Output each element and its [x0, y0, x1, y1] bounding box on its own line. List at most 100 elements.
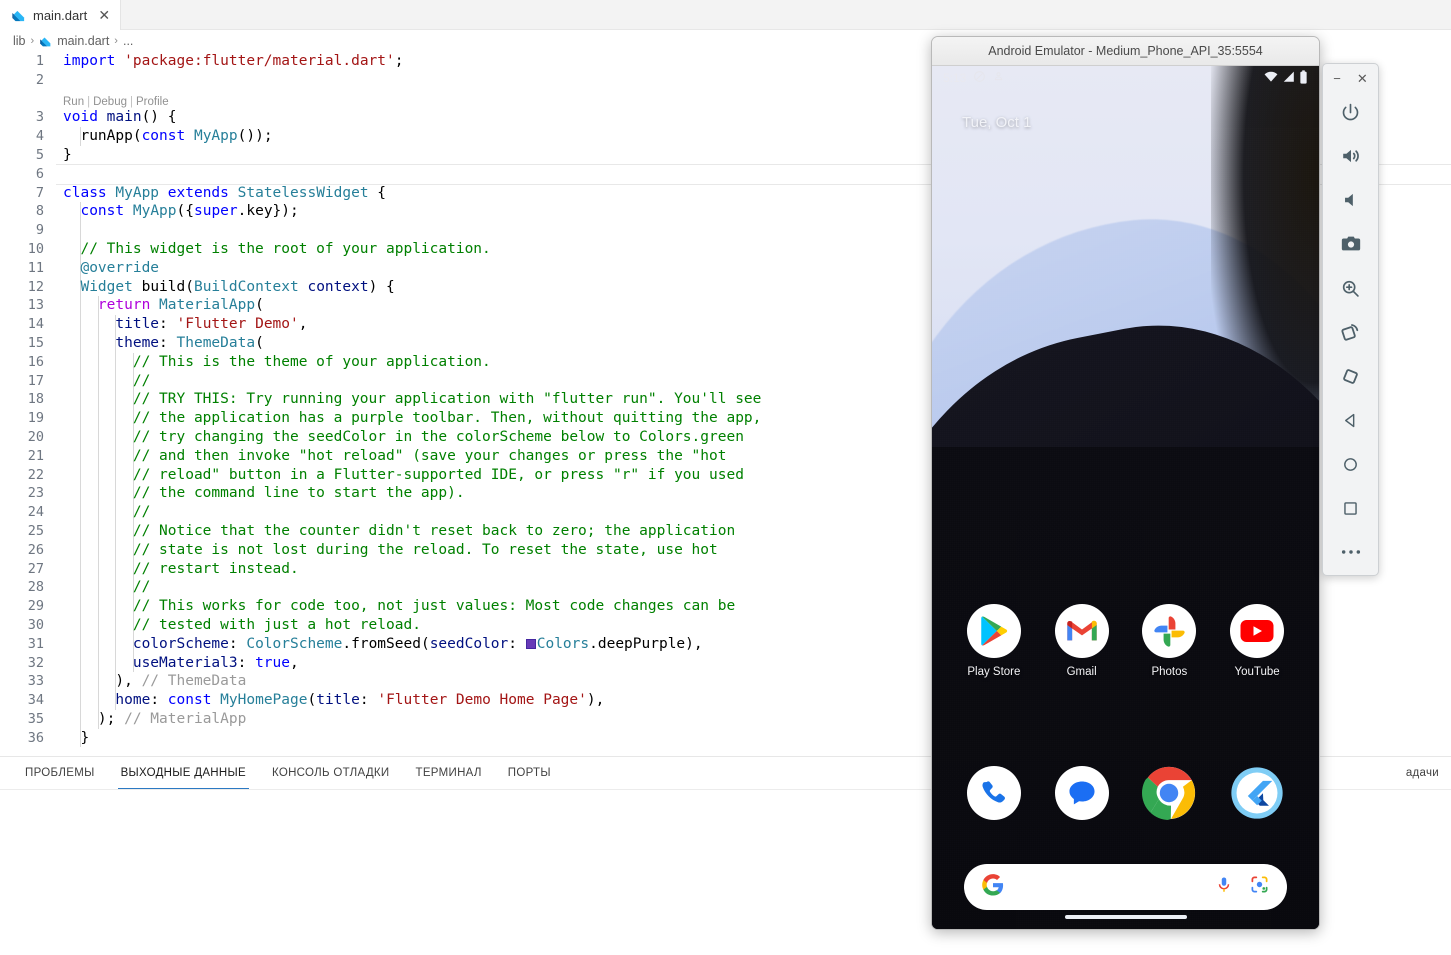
line-number: 10 [27, 240, 44, 257]
line-number: 9 [35, 222, 44, 239]
line-number: 32 [27, 654, 44, 671]
overview-icon[interactable] [1323, 486, 1378, 530]
panel-tab[interactable]: ТЕРМИНАЛ [403, 757, 495, 789]
code-text: class MyApp extends StatelessWidget { [63, 184, 387, 201]
chrome-icon [1142, 766, 1196, 820]
line-number: 3 [35, 109, 44, 126]
line-number: 23 [27, 485, 44, 502]
navigation-pill[interactable] [1064, 915, 1187, 919]
line-number: 11 [27, 259, 44, 276]
panel-tab[interactable]: ПРОБЛЕМЫ [12, 757, 108, 789]
emulator-screen[interactable]: 5:13 Tue, Oct 1 Play Store Gmail Photos … [932, 66, 1319, 929]
gmail-icon [1054, 604, 1109, 658]
line-number: 33 [27, 673, 44, 690]
breadcrumb-more[interactable]: ... [123, 34, 133, 48]
code-lens-debug[interactable]: Debug [93, 96, 127, 108]
date-widget[interactable]: Tue, Oct 1 [962, 114, 1031, 131]
play-store-icon [966, 604, 1021, 658]
code-text: ); // MaterialApp [63, 710, 247, 727]
home-app-gmail[interactable]: Gmail [1049, 604, 1115, 678]
youtube-icon [1230, 604, 1285, 658]
code-text: home: const MyHomePage(title: 'Flutter D… [115, 692, 605, 709]
color-swatch-icon[interactable] [525, 638, 536, 649]
dock-app-messages[interactable] [1049, 766, 1115, 820]
panel-tab[interactable]: ВЫХОДНЫЕ ДАННЫЕ [108, 757, 259, 789]
dock-app-chrome[interactable] [1136, 766, 1202, 820]
line-number: 14 [27, 316, 44, 333]
google-lens-icon[interactable] [1250, 875, 1269, 899]
power-icon[interactable] [1323, 90, 1378, 134]
dock-app-flutter[interactable] [1224, 766, 1290, 820]
code-text: // [63, 579, 151, 596]
dnd-icon [973, 70, 986, 86]
android-emulator-window[interactable]: Android Emulator - Medium_Phone_API_35:5… [931, 36, 1320, 930]
dock-app-phone[interactable] [961, 766, 1027, 820]
code-text: // This widget is the root of your appli… [63, 240, 491, 257]
code-text: // and then invoke "hot reload" (save yo… [63, 447, 727, 464]
code-text: import 'package:flutter/material.dart'; [63, 53, 404, 69]
line-number: 36 [27, 729, 44, 746]
line-number: 19 [27, 410, 44, 427]
screenshot-camera-icon[interactable] [1323, 222, 1378, 266]
google-search-bar[interactable] [964, 864, 1287, 910]
code-text: runApp(const MyApp()); [63, 128, 273, 145]
app-label: Gmail [1066, 666, 1097, 678]
dart-icon [11, 8, 26, 23]
back-icon[interactable] [1323, 398, 1378, 442]
home-app-youtube[interactable]: YouTube [1224, 604, 1290, 678]
home-app-play-store[interactable]: Play Store [961, 604, 1027, 678]
code-text: theme: ThemeData( [115, 334, 264, 351]
code-lens-run[interactable]: Run [63, 96, 84, 108]
line-number: 12 [27, 278, 44, 295]
breadcrumb-folder[interactable]: lib [13, 34, 26, 48]
line-number: 1 [35, 53, 44, 69]
volume-down-icon[interactable] [1323, 178, 1378, 222]
home-app-google-photos[interactable]: Photos [1136, 604, 1202, 678]
panel-tab[interactable]: ПОРТЫ [495, 757, 564, 789]
breadcrumb-separator-1: › [30, 35, 35, 47]
code-text: // the application has a purple toolbar.… [63, 410, 762, 427]
code-lens-profile[interactable]: Profile [136, 96, 169, 108]
close-button[interactable]: ✕ [1357, 72, 1368, 85]
android-status-bar: 5:13 [932, 66, 1319, 90]
line-number: 2 [35, 71, 44, 88]
home-app-row: Play Store Gmail Photos YouTube [932, 604, 1319, 678]
line-number: 35 [27, 710, 44, 727]
microphone-icon[interactable] [1215, 875, 1233, 900]
home-dock [932, 766, 1319, 820]
more-icon[interactable] [1323, 530, 1378, 574]
signal-icon [1282, 71, 1295, 86]
messages-icon [1054, 766, 1109, 820]
breadcrumb-separator-2: › [114, 35, 118, 47]
code-text: // restart instead. [63, 560, 299, 577]
battery-icon [1299, 69, 1308, 87]
panel-right-label: адачи [1405, 767, 1439, 779]
app-label: Play Store [967, 666, 1021, 678]
zoom-icon[interactable] [1323, 266, 1378, 310]
code-text: @override [80, 259, 160, 276]
editor-tab-main-dart[interactable]: main.dart ✕ [0, 0, 122, 30]
line-number: 8 [35, 203, 44, 220]
home-icon[interactable] [1323, 442, 1378, 486]
app-label: Photos [1151, 666, 1188, 678]
vibrate-icon [993, 70, 1004, 86]
code-text: // tested with just a hot reload. [63, 616, 421, 633]
code-text: } [63, 146, 72, 163]
code-lens-separator: | [87, 95, 91, 108]
code-text: colorScheme: ColorScheme.fromSeed(seedCo… [132, 635, 703, 652]
flutter-icon [1230, 766, 1284, 820]
code-text: Widget build(BuildContext context) { [80, 278, 395, 295]
close-icon[interactable]: ✕ [96, 7, 112, 23]
code-text: title: 'Flutter Demo', [115, 316, 308, 333]
editor-tab-label: main.dart [33, 7, 88, 23]
line-number: 28 [27, 579, 44, 596]
breadcrumb-file[interactable]: main.dart [39, 34, 109, 48]
panel-tab[interactable]: КОНСОЛЬ ОТЛАДКИ [259, 757, 403, 789]
minimize-button[interactable]: − [1333, 72, 1341, 85]
rotate-left-icon[interactable] [1323, 310, 1378, 354]
volume-up-icon[interactable] [1323, 134, 1378, 178]
rotate-right-icon[interactable] [1323, 354, 1378, 398]
line-number: 29 [27, 598, 44, 615]
phone-icon [966, 766, 1021, 820]
code-lens: Run | Debug | Profile [63, 93, 169, 112]
